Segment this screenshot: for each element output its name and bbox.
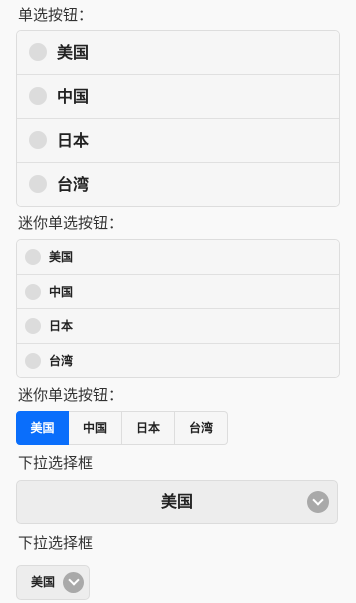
select-value: 美国 (31, 575, 56, 589)
mini-radio-option-japan[interactable]: 日本 (17, 309, 339, 344)
select-value: 美国 (160, 492, 193, 511)
radio-circle-icon[interactable] (29, 175, 47, 193)
segment-usa[interactable]: 美国 (16, 411, 69, 445)
radio-option-label: 美国 (57, 43, 90, 62)
radio-option-label: 中国 (57, 87, 90, 106)
mini-radio-group: 美国 中国 日本 台湾 (16, 239, 340, 378)
mini-radio-option-china[interactable]: 中国 (17, 274, 339, 309)
radio-circle-icon[interactable] (29, 87, 47, 105)
segmented-radio-group: 美国 中国 日本 台湾 (16, 411, 228, 445)
radio-option-label: 美国 (49, 250, 74, 264)
segment-china[interactable]: 中国 (69, 411, 122, 445)
mini-country-select[interactable]: 美国 (16, 565, 90, 600)
radio-option-label: 台湾 (49, 353, 74, 368)
radio-circle-icon[interactable] (25, 318, 41, 334)
radio-option-taiwan[interactable]: 台湾 (17, 163, 339, 206)
radio-option-label: 日本 (57, 131, 90, 150)
radio-circle-icon[interactable] (29, 43, 47, 61)
chevron-down-icon[interactable] (307, 491, 329, 513)
mini-radio-group-label: 迷你单选按钮： (18, 214, 124, 232)
radio-option-japan[interactable]: 日本 (17, 119, 339, 163)
radio-group: 美国 中国 日本 台湾 (16, 30, 340, 207)
mini-radio-option-usa[interactable]: 美国 (17, 240, 339, 275)
radio-option-label: 台湾 (57, 175, 90, 194)
mini-select-label: 下拉选择框 (18, 534, 94, 552)
country-select[interactable]: 美国 (16, 480, 338, 524)
segmented-radio-label: 迷你单选按钮： (18, 386, 124, 404)
radio-group-label: 单选按钮： (18, 6, 94, 24)
radio-option-label: 日本 (49, 319, 74, 333)
radio-circle-icon[interactable] (29, 131, 47, 149)
radio-option-usa[interactable]: 美国 (17, 31, 339, 75)
chevron-down-icon[interactable] (63, 572, 84, 593)
segment-japan[interactable]: 日本 (122, 411, 175, 445)
segment-taiwan[interactable]: 台湾 (175, 411, 228, 445)
radio-circle-icon[interactable] (25, 283, 41, 300)
radio-option-china[interactable]: 中国 (17, 75, 339, 119)
select-label: 下拉选择框 (18, 454, 94, 472)
radio-circle-icon[interactable] (25, 249, 41, 265)
radio-circle-icon[interactable] (25, 352, 41, 369)
radio-option-label: 中国 (49, 284, 74, 299)
mini-radio-option-taiwan[interactable]: 台湾 (17, 343, 339, 377)
